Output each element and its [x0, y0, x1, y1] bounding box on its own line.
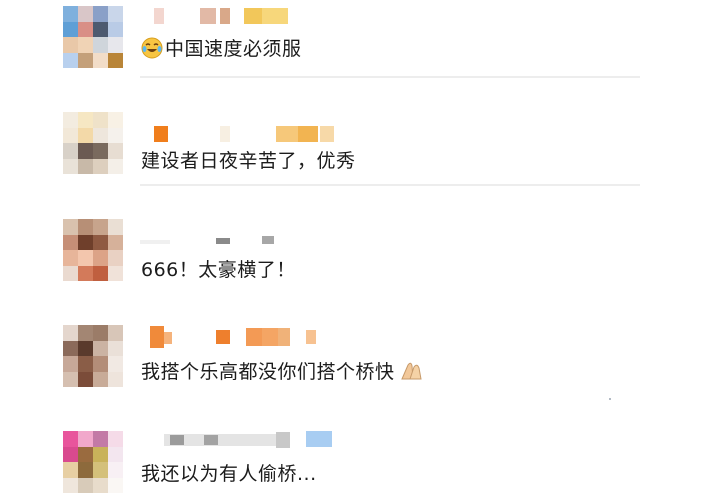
comment-text: 我搭个乐高都没你们搭个桥快 [141, 357, 423, 386]
divider [609, 398, 611, 400]
username-blurred[interactable] [140, 126, 340, 142]
comment-text: 建设者日夜辛苦了，优秀 [141, 150, 356, 172]
username-blurred[interactable] [140, 430, 340, 448]
laughing-crying-emoji [141, 37, 163, 64]
praying-hands-emoji [399, 359, 423, 386]
avatar[interactable] [63, 325, 123, 387]
comment-text: 666！太豪横了！ [141, 259, 296, 281]
username-blurred[interactable] [140, 8, 300, 24]
divider [140, 184, 640, 186]
divider [140, 76, 640, 78]
avatar[interactable] [63, 219, 123, 281]
comment-text-body: 我搭个乐高都没你们搭个桥快 [141, 361, 395, 383]
avatar[interactable] [63, 112, 123, 174]
avatar[interactable] [63, 431, 123, 493]
avatar[interactable] [63, 6, 123, 68]
username-blurred[interactable] [140, 326, 330, 348]
username-blurred[interactable] [140, 234, 280, 250]
comment-text: 中国速度必须服 [141, 34, 302, 64]
comment-text-body: 中国速度必须服 [165, 38, 302, 60]
comment-text: 我还以为有人偷桥... [141, 463, 317, 485]
